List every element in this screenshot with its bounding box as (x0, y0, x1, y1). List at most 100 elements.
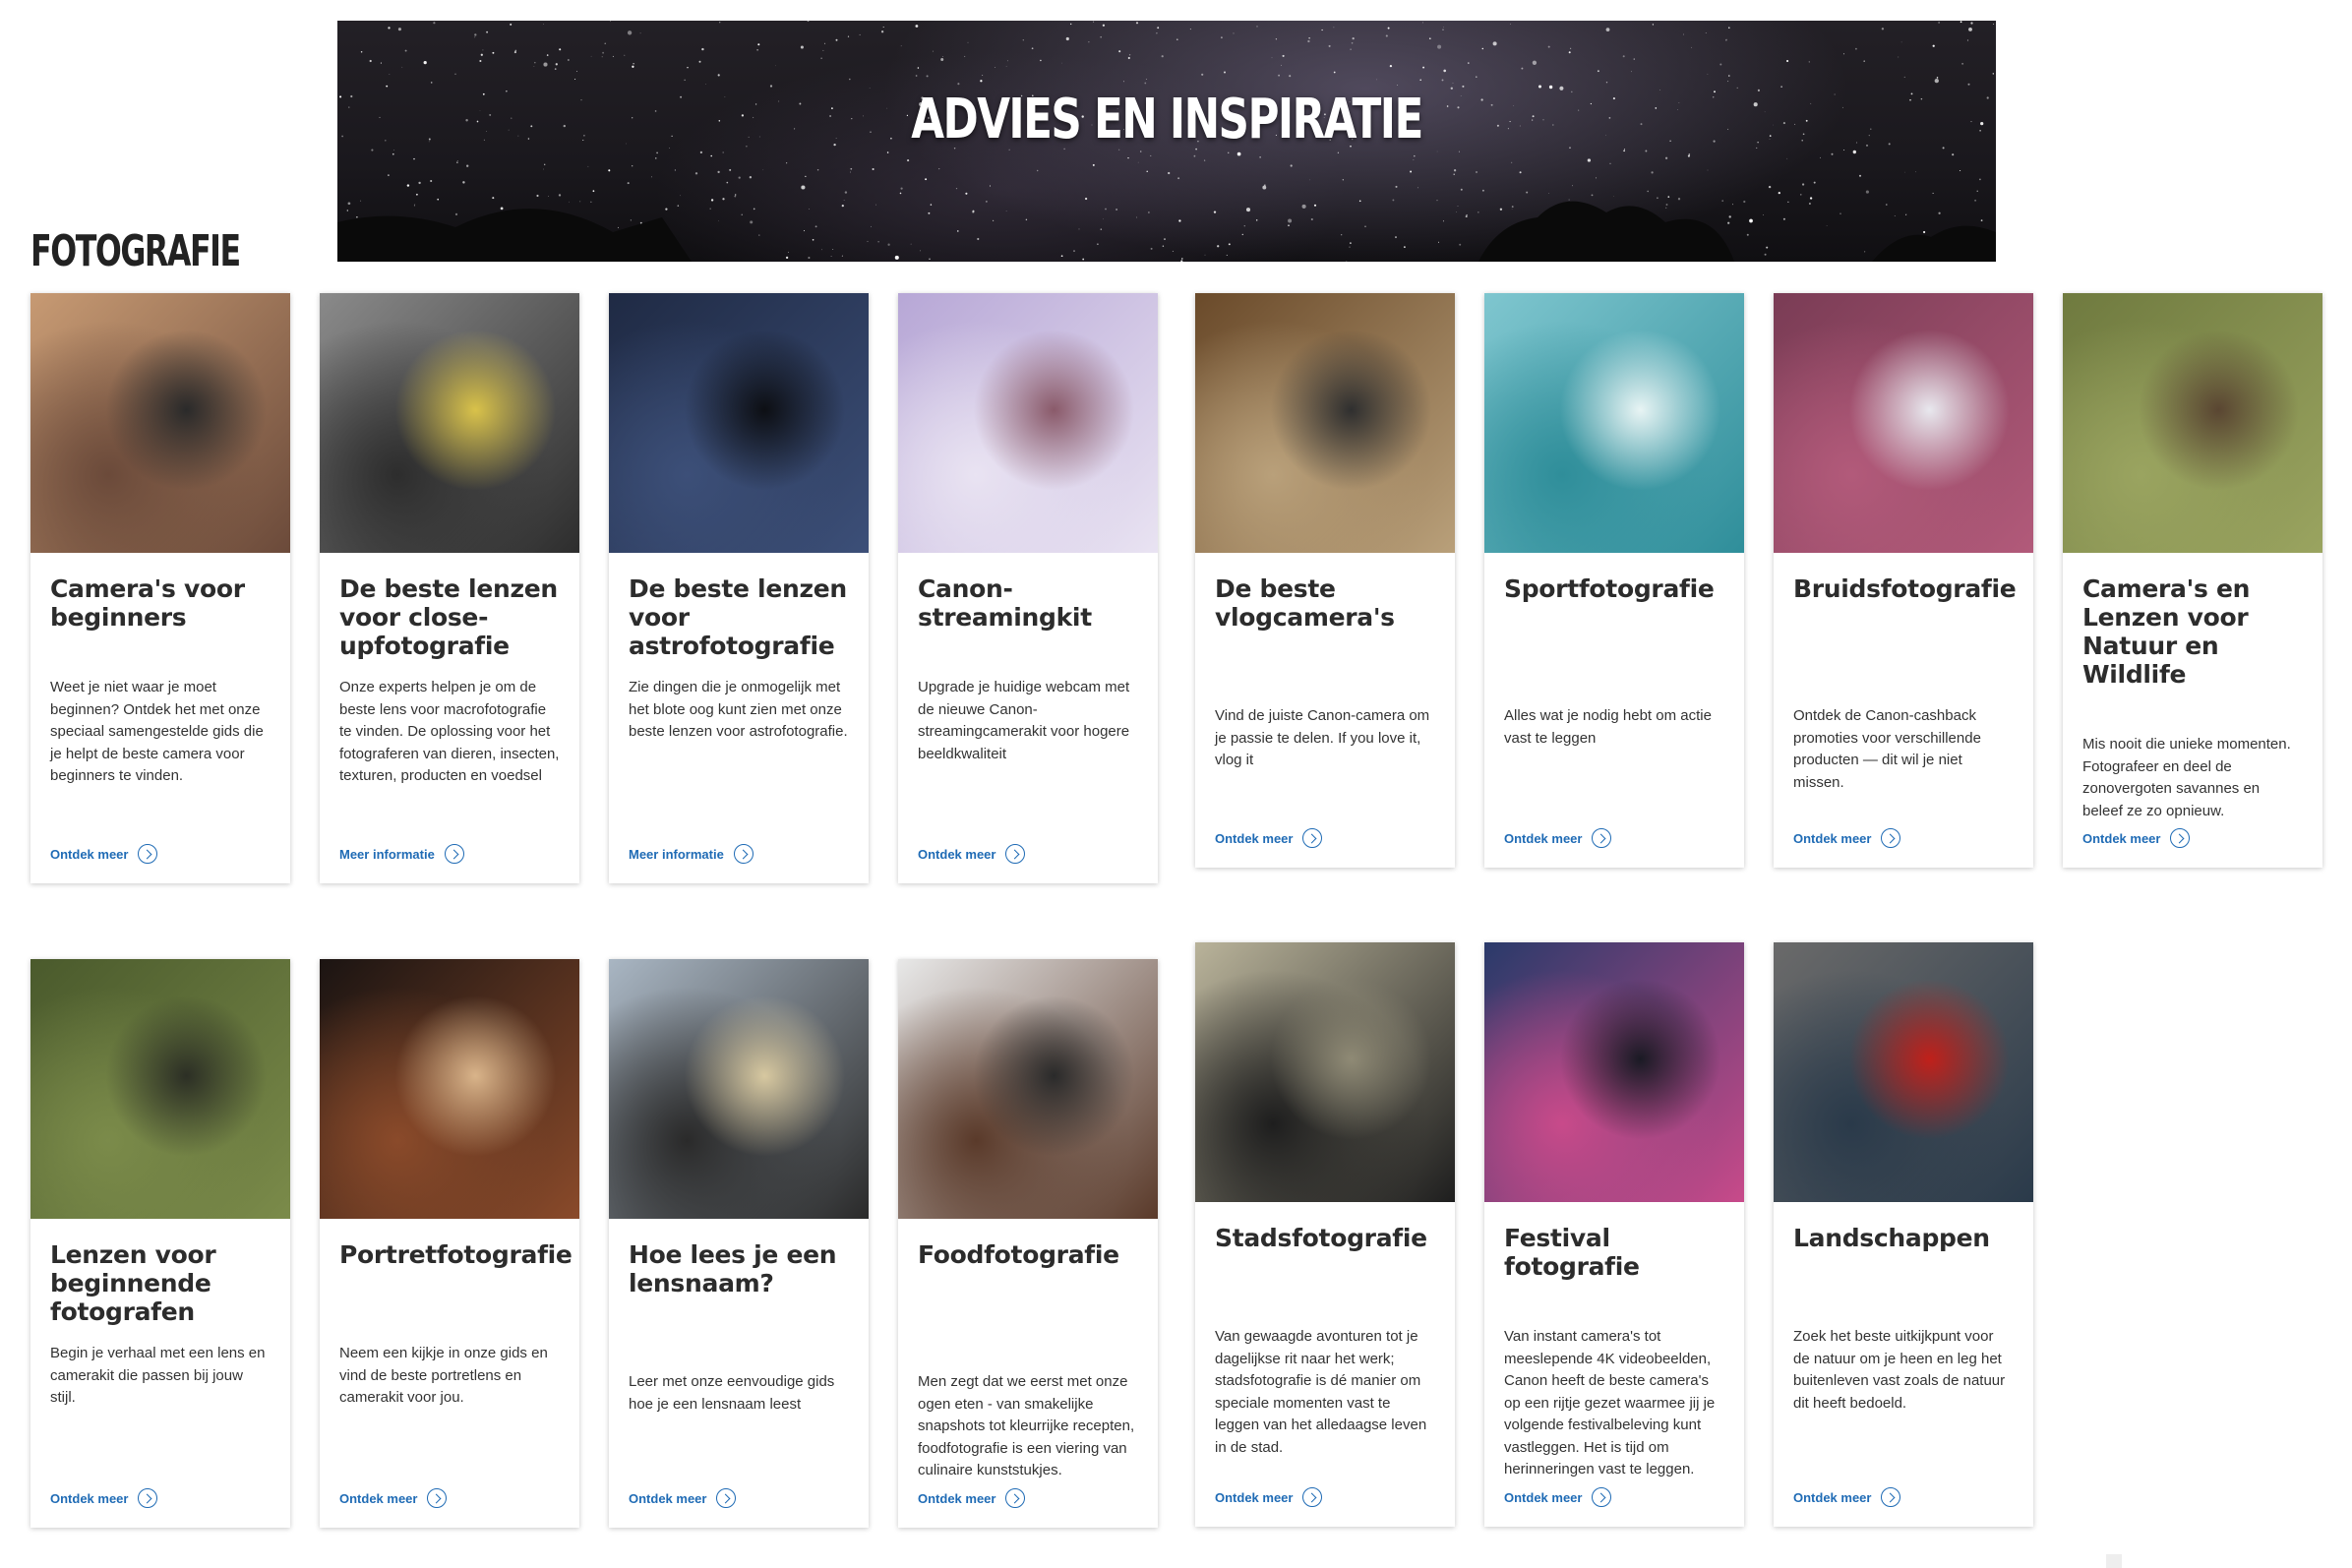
card-image[interactable] (320, 293, 579, 553)
card-link-label: Ontdek meer (1793, 1489, 1872, 1505)
card-link[interactable]: Ontdek meer (1215, 1487, 1323, 1507)
card-link-label: Meer informatie (339, 846, 435, 862)
card-link[interactable]: Ontdek meer (339, 1488, 448, 1508)
tree-silhouette (337, 209, 692, 262)
chevron-right-circle-icon (138, 844, 158, 864)
hero-title: ADVIES EN INSPIRATIE (911, 88, 1423, 151)
article-card[interactable]: Sportfotografie Alles wat je nodig hebt … (1484, 293, 1744, 868)
card-image[interactable] (609, 959, 869, 1219)
card-description: Leer met onze eenvoudige gids hoe je een… (629, 1373, 835, 1413)
card-link[interactable]: Ontdek meer (50, 844, 158, 864)
chevron-right-circle-icon (1881, 828, 1901, 848)
article-card[interactable]: Camera's voor beginners Weet je niet waa… (30, 293, 290, 883)
card-image[interactable] (1484, 942, 1744, 1202)
card-link[interactable]: Ontdek meer (918, 1488, 1026, 1508)
card-link-label: Ontdek meer (50, 1490, 129, 1506)
chevron-right-circle-icon (1302, 828, 1323, 848)
article-card[interactable]: Lenzen voor beginnende fotografen Begin … (30, 959, 290, 1528)
card-image[interactable] (320, 959, 579, 1219)
card-description: Ontdek de Canon-cashback promoties voor … (1793, 707, 1981, 791)
article-card[interactable]: Canon-streamingkit Upgrade je huidige we… (898, 293, 1158, 883)
article-card[interactable]: De beste vlogcamera's Vind de juiste Can… (1195, 293, 1455, 868)
article-card[interactable]: De beste lenzen voor astrofotografie Zie… (609, 293, 869, 883)
card-link-label: Ontdek meer (1215, 1489, 1294, 1505)
card-title[interactable]: Lenzen voor beginnende fotografen (50, 1240, 271, 1326)
chevron-right-circle-icon (716, 1488, 737, 1508)
card-title[interactable]: De beste vlogcamera's (1215, 574, 1435, 632)
card-title[interactable]: Landschappen (1793, 1224, 2014, 1252)
section-title: FOTOGRAFIE (30, 226, 241, 276)
card-link[interactable]: Meer informatie (339, 844, 464, 864)
card-link-label: Ontdek meer (1215, 830, 1294, 846)
card-title[interactable]: Foodfotografie (918, 1240, 1138, 1269)
card-description: Zoek het beste uitkijkpunt voor de natuu… (1793, 1328, 2006, 1412)
card-description: Alles wat je nodig hebt om actie vast te… (1504, 707, 1712, 747)
card-title[interactable]: De beste lenzen voor astrofotografie (629, 574, 849, 660)
card-image[interactable] (1484, 293, 1744, 553)
card-link[interactable]: Ontdek meer (918, 844, 1026, 864)
card-link[interactable]: Ontdek meer (2082, 828, 2191, 848)
card-image[interactable] (1195, 293, 1455, 553)
card-image[interactable] (30, 293, 290, 553)
article-card[interactable]: Landschappen Zoek het beste uitkijkpunt … (1774, 942, 2033, 1527)
card-image[interactable] (1195, 942, 1455, 1202)
card-title[interactable]: De beste lenzen voor close-upfotografie (339, 574, 560, 660)
card-description: Neem een kijkje in onze gids en vind de … (339, 1345, 548, 1406)
card-description: Vind de juiste Canon-camera om je passie… (1215, 707, 1430, 768)
card-title[interactable]: Camera's voor beginners (50, 574, 271, 632)
card-link-label: Ontdek meer (2082, 830, 2161, 846)
article-card[interactable]: Foodfotografie Men zegt dat we eerst met… (898, 959, 1158, 1528)
card-link[interactable]: Ontdek meer (1793, 1487, 1901, 1507)
card-link-label: Ontdek meer (1793, 830, 1872, 846)
card-title[interactable]: Stadsfotografie (1215, 1224, 1435, 1252)
card-title[interactable]: Hoe lees je een lensnaam? (629, 1240, 849, 1297)
chevron-right-circle-icon (1881, 1487, 1901, 1507)
tree-silhouette (1872, 225, 1996, 262)
card-title[interactable]: Festival fotografie (1504, 1224, 1724, 1281)
article-card[interactable]: Festival fotografie Van instant camera's… (1484, 942, 1744, 1527)
card-link-label: Ontdek meer (1504, 830, 1583, 846)
chevron-right-circle-icon (1005, 844, 1026, 864)
card-link[interactable]: Ontdek meer (629, 1488, 737, 1508)
card-image[interactable] (898, 293, 1158, 553)
article-card[interactable]: Camera's en Lenzen voor Natuur en Wildli… (2063, 293, 2322, 868)
card-title[interactable]: Sportfotografie (1504, 574, 1724, 603)
card-link[interactable]: Ontdek meer (1504, 1487, 1612, 1507)
card-link-label: Meer informatie (629, 846, 724, 862)
chevron-right-circle-icon (733, 844, 754, 864)
card-link-label: Ontdek meer (629, 1490, 707, 1506)
chevron-right-circle-icon (444, 844, 464, 864)
card-link[interactable]: Ontdek meer (1793, 828, 1901, 848)
card-image[interactable] (30, 959, 290, 1219)
card-description: Van gewaagde avonturen tot je dagelijkse… (1215, 1328, 1427, 1456)
card-image[interactable] (898, 959, 1158, 1219)
article-card[interactable]: Hoe lees je een lensnaam? Leer met onze … (609, 959, 869, 1528)
card-link-label: Ontdek meer (1504, 1489, 1583, 1505)
card-link[interactable]: Ontdek meer (1215, 828, 1323, 848)
card-description: Onze experts helpen je om de beste lens … (339, 679, 560, 784)
card-link[interactable]: Ontdek meer (50, 1488, 158, 1508)
chevron-right-circle-icon (1005, 1488, 1026, 1508)
article-card[interactable]: Portretfotografie Neem een kijkje in onz… (320, 959, 579, 1528)
article-card[interactable]: De beste lenzen voor close-upfotografie … (320, 293, 579, 883)
chevron-right-circle-icon (138, 1488, 158, 1508)
card-image[interactable] (1774, 942, 2033, 1202)
scroll-indicator[interactable] (2106, 1554, 2122, 1568)
chevron-right-circle-icon (1592, 828, 1612, 848)
card-image[interactable] (1774, 293, 2033, 553)
article-card[interactable]: Stadsfotografie Van gewaagde avonturen t… (1195, 942, 1455, 1527)
card-title[interactable]: Portretfotografie (339, 1240, 573, 1269)
card-link-label: Ontdek meer (918, 1490, 996, 1506)
chevron-right-circle-icon (427, 1488, 448, 1508)
card-description: Van instant camera's tot meeslepende 4K … (1504, 1328, 1716, 1478)
article-card[interactable]: Bruidsfotografie Ontdek de Canon-cashbac… (1774, 293, 2033, 868)
card-description: Upgrade je huidige webcam met de nieuwe … (918, 679, 1130, 762)
card-title[interactable]: Camera's en Lenzen voor Natuur en Wildli… (2082, 574, 2303, 689)
tree-silhouette (1478, 201, 1734, 262)
card-image[interactable] (2063, 293, 2322, 553)
card-link[interactable]: Ontdek meer (1504, 828, 1612, 848)
card-link[interactable]: Meer informatie (629, 844, 754, 864)
card-title[interactable]: Bruidsfotografie (1793, 574, 2017, 603)
card-image[interactable] (609, 293, 869, 553)
card-title[interactable]: Canon-streamingkit (918, 574, 1138, 632)
